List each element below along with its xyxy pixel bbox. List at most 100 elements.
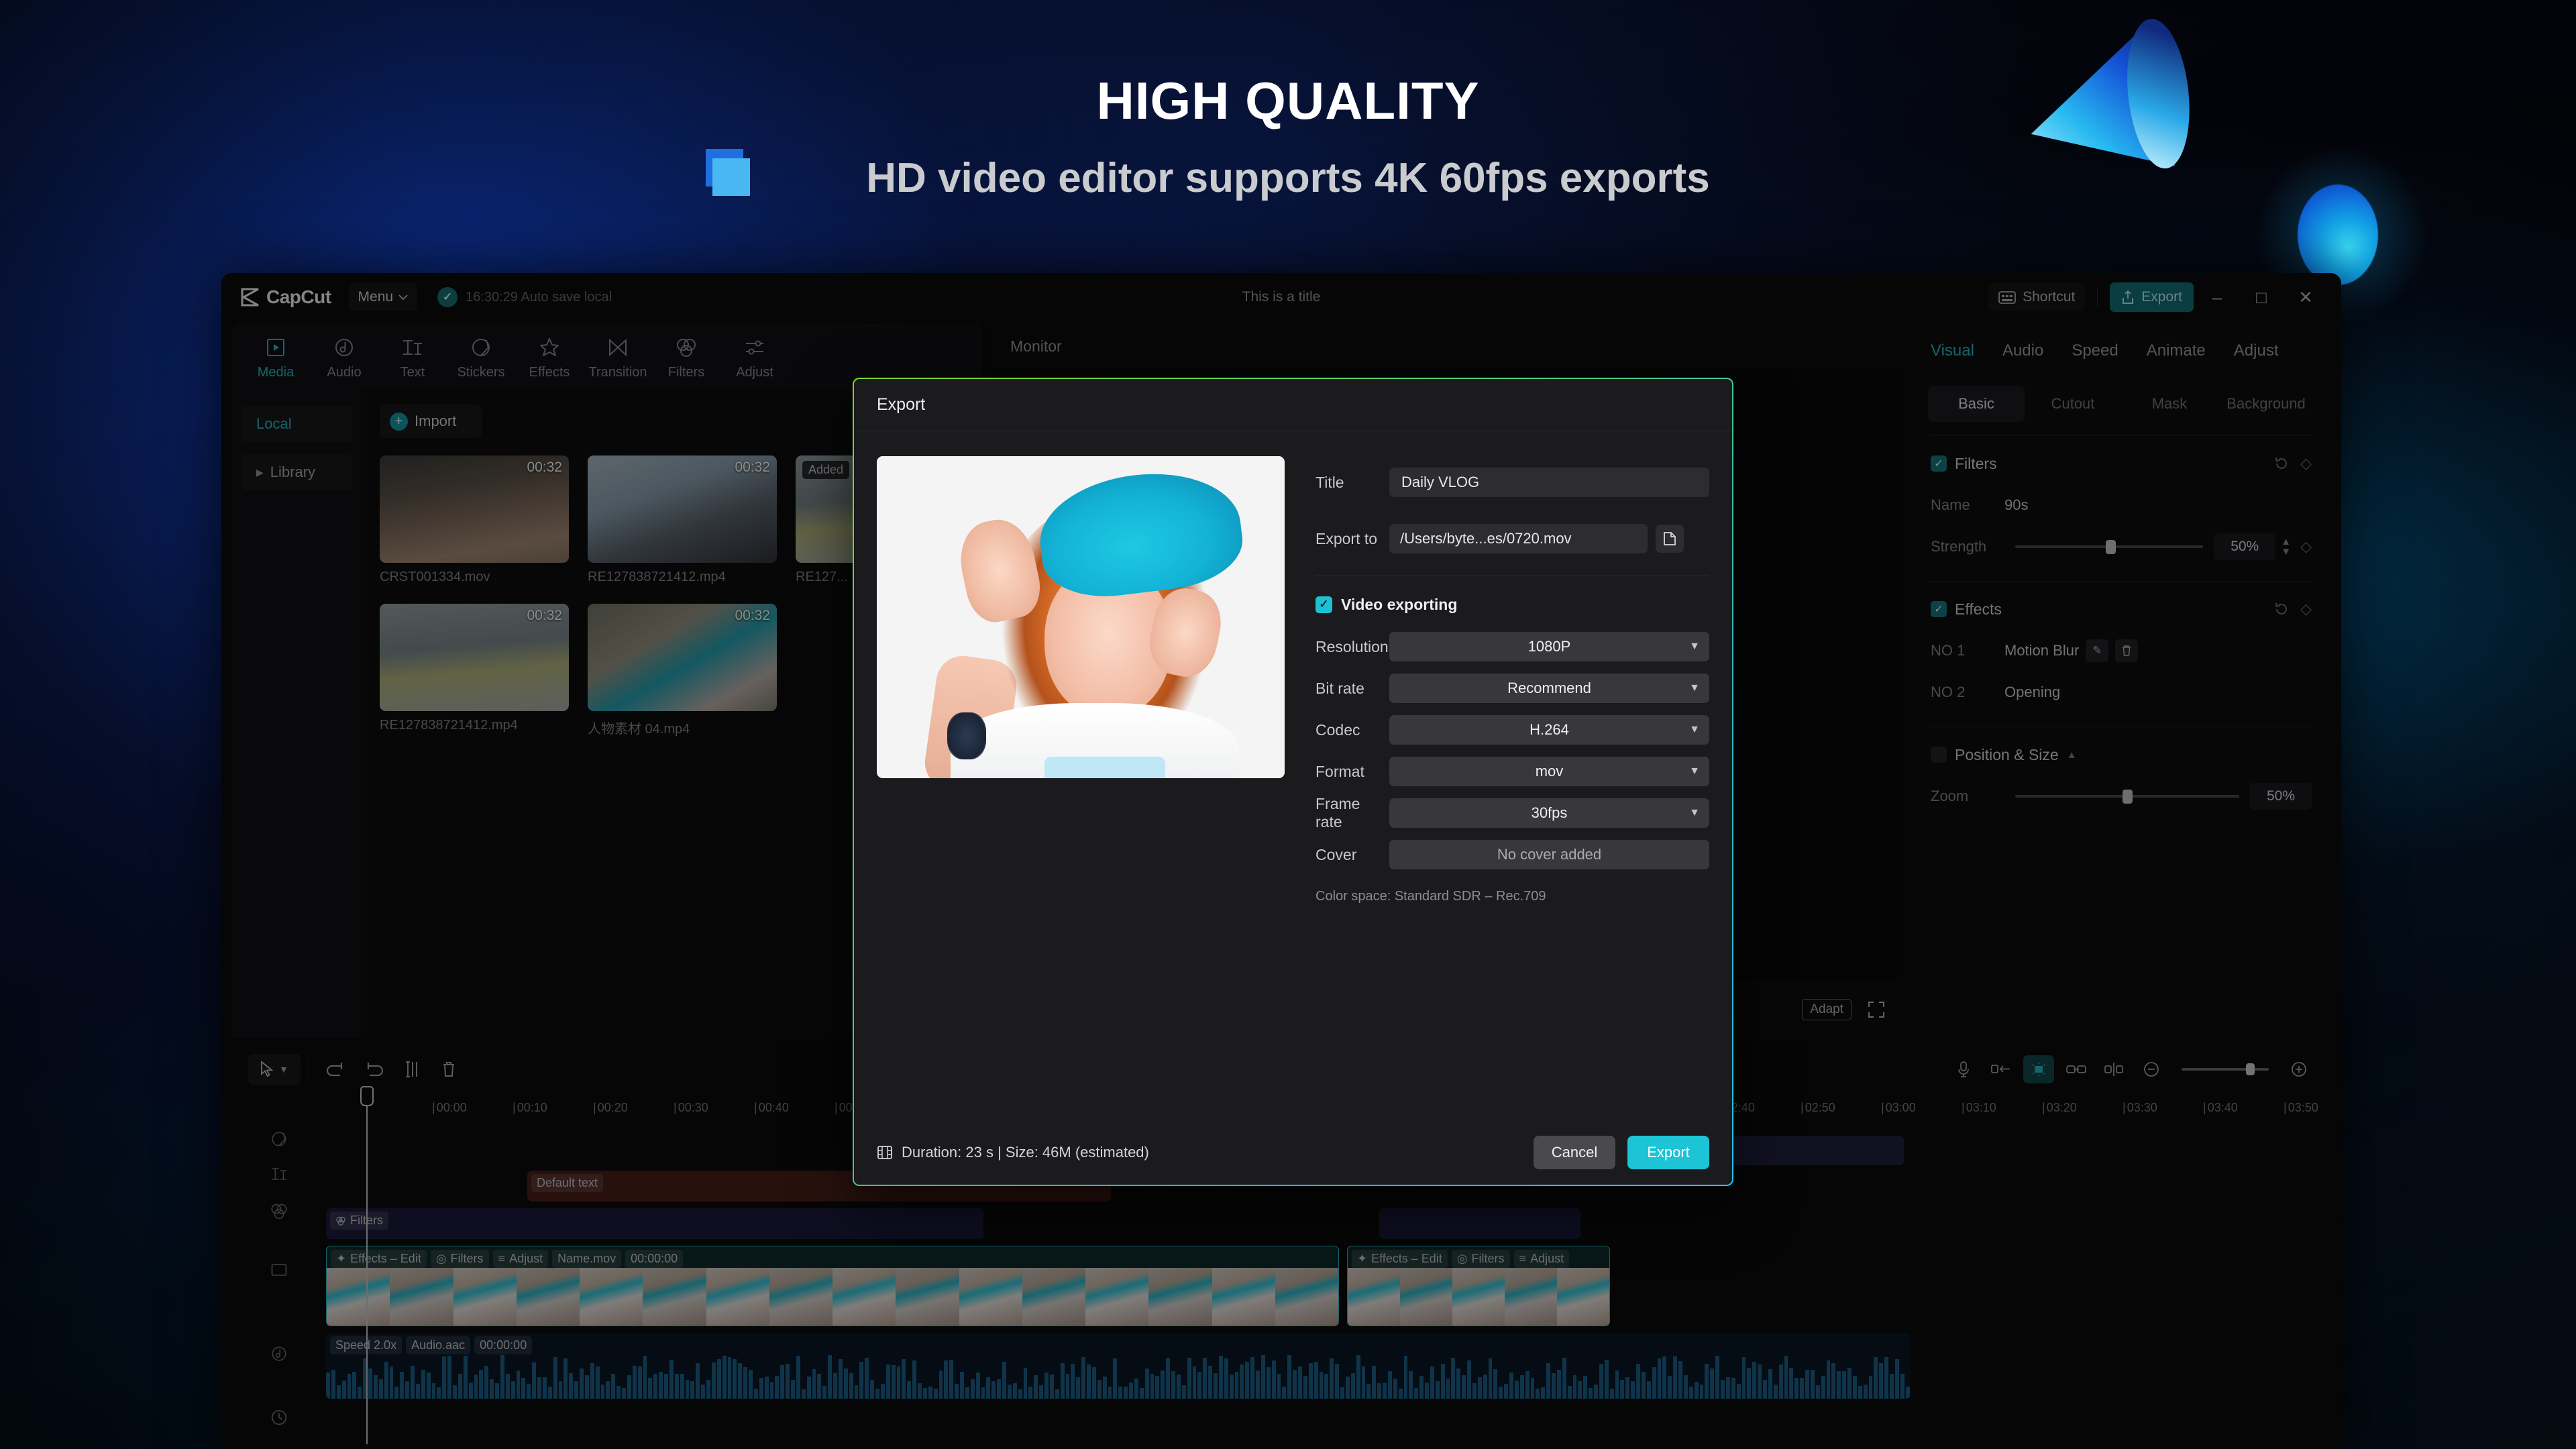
bitrate-select[interactable]: Recommend ▼ bbox=[1389, 674, 1709, 703]
record-voiceover-button[interactable] bbox=[1948, 1055, 1979, 1083]
zoom-value[interactable]: 50% bbox=[2250, 783, 2312, 810]
slider-knob[interactable] bbox=[2105, 540, 2116, 554]
zoom-out-button[interactable] bbox=[2136, 1055, 2167, 1083]
fullscreen-icon[interactable] bbox=[1868, 1001, 1885, 1018]
delete-trash-icon[interactable] bbox=[2115, 639, 2139, 662]
tab-transition[interactable]: Transition bbox=[584, 333, 652, 380]
redo-button[interactable] bbox=[355, 1054, 392, 1085]
tab-adjust[interactable]: Adjust bbox=[720, 333, 789, 380]
folder-browse-icon[interactable] bbox=[1656, 525, 1684, 553]
tab-animate[interactable]: Animate bbox=[2147, 341, 2206, 360]
media-thumbnail[interactable]: 00:32 bbox=[380, 455, 569, 563]
video-exporting-checkbox[interactable]: ✓ bbox=[1316, 596, 1332, 613]
stepper-icon[interactable]: ▲ ▼ bbox=[2281, 537, 2291, 557]
zoom-slider[interactable] bbox=[2015, 790, 2239, 804]
tab-filters[interactable]: Filters bbox=[652, 333, 720, 380]
split-track-button[interactable] bbox=[2098, 1055, 2129, 1083]
media-filename: 人物素材 04.mp4 bbox=[588, 722, 690, 737]
position-size-checkbox[interactable] bbox=[1931, 747, 1947, 763]
select-tool-button[interactable]: ▼ bbox=[248, 1054, 301, 1085]
chevron-up-icon[interactable]: ▲ bbox=[2067, 749, 2077, 761]
import-button[interactable]: + Import bbox=[380, 405, 482, 438]
media-item[interactable]: 00:32 人物素材 04.mp4 bbox=[588, 604, 777, 737]
window-maximize-button[interactable]: □ bbox=[2241, 276, 2282, 318]
cancel-button[interactable]: Cancel bbox=[1534, 1136, 1615, 1169]
split-button[interactable] bbox=[392, 1054, 430, 1085]
framerate-select[interactable]: 30fps ▼ bbox=[1389, 798, 1709, 828]
tab-effects[interactable]: Effects bbox=[515, 333, 584, 380]
effect-name: Motion Blur bbox=[2004, 642, 2080, 659]
segment-background[interactable]: Background bbox=[2218, 386, 2314, 422]
chevron-down-icon[interactable]: ▼ bbox=[279, 1064, 288, 1075]
filter-strength-slider[interactable] bbox=[2015, 540, 2204, 554]
resolution-select[interactable]: 1080P ▼ bbox=[1389, 632, 1709, 661]
link-button[interactable] bbox=[2061, 1055, 2092, 1083]
sidebar-item-library[interactable]: ▶ Library bbox=[241, 454, 352, 490]
media-item[interactable]: 00:32 RE127838721412.mp4 bbox=[588, 455, 777, 585]
tab-stickers[interactable]: Stickers bbox=[447, 333, 515, 380]
auto-captions-button[interactable] bbox=[1986, 1055, 2017, 1083]
cover-select[interactable]: No cover added bbox=[1389, 840, 1709, 869]
adapt-button[interactable]: Adapt bbox=[1802, 999, 1851, 1020]
window-minimize-button[interactable]: – bbox=[2196, 276, 2238, 318]
stickers-track-icon bbox=[232, 1122, 326, 1156]
tab-visual[interactable]: Visual bbox=[1931, 341, 1974, 360]
zoom-in-button[interactable] bbox=[2284, 1055, 2314, 1083]
sidebar-item-local[interactable]: Local bbox=[241, 406, 352, 442]
audio-clip[interactable]: Speed 2.0x Audio.aac 00:00:00 bbox=[326, 1333, 1911, 1399]
edit-pencil-icon[interactable]: ✎ bbox=[2086, 639, 2109, 662]
tab-adjust-inspector[interactable]: Adjust bbox=[2234, 341, 2279, 360]
filters-clip-2[interactable] bbox=[1379, 1208, 1580, 1239]
export-path-input[interactable]: /Users/byte...es/0720.mov bbox=[1389, 524, 1648, 553]
filters-header-actions: ◇ bbox=[2273, 455, 2312, 472]
video-clip-main[interactable]: ✦ Effects – Edit ◎ Filters ≡ Adjust Name… bbox=[326, 1246, 1339, 1326]
media-thumbnail[interactable]: 00:32 bbox=[588, 604, 777, 711]
media-thumbnail[interactable]: 00:32 bbox=[588, 455, 777, 563]
format-select[interactable]: mov ▼ bbox=[1389, 757, 1709, 786]
segment-mask[interactable]: Mask bbox=[2121, 386, 2218, 422]
keyboard-icon bbox=[1998, 290, 2016, 304]
export-confirm-button[interactable]: Export bbox=[1627, 1136, 1709, 1169]
tab-media[interactable]: Media bbox=[241, 333, 310, 380]
undo-button[interactable] bbox=[317, 1054, 355, 1085]
slider-knob[interactable] bbox=[2246, 1063, 2255, 1075]
filters-checkbox[interactable]: ✓ bbox=[1931, 455, 1947, 472]
reset-icon[interactable] bbox=[2273, 455, 2290, 472]
media-item[interactable]: 00:32 RE127838721412.mp4 bbox=[380, 604, 569, 737]
position-size-section-header: Position & Size ▲ bbox=[1912, 734, 2330, 775]
mix-button[interactable] bbox=[2023, 1055, 2054, 1083]
media-item[interactable]: 00:32 CRST001334.mov bbox=[380, 455, 569, 585]
codec-select[interactable]: H.264 ▼ bbox=[1389, 715, 1709, 745]
filter-strength-value[interactable]: 50% bbox=[2214, 533, 2276, 560]
timeline-zoom-slider[interactable] bbox=[2182, 1063, 2269, 1075]
track-filters: Filters bbox=[326, 1208, 2330, 1239]
media-duration: 00:32 bbox=[527, 608, 562, 623]
playhead-handle[interactable] bbox=[360, 1086, 374, 1106]
effects-checkbox[interactable]: ✓ bbox=[1931, 601, 1947, 617]
filters-clip[interactable]: Filters bbox=[326, 1208, 983, 1239]
title-input[interactable]: Daily VLOG bbox=[1389, 468, 1709, 497]
keyframe-icon[interactable]: ◇ bbox=[2300, 538, 2312, 555]
video-clip-second[interactable]: ✦ Effects – Edit ◎ Filters ≡ Adjust bbox=[1347, 1246, 1610, 1326]
tab-text[interactable]: Text bbox=[378, 333, 447, 380]
media-thumbnail[interactable]: 00:32 bbox=[380, 604, 569, 711]
video-exporting-toggle[interactable]: ✓ Video exporting bbox=[1316, 583, 1709, 626]
segment-cutout[interactable]: Cutout bbox=[2025, 386, 2121, 422]
tab-audio[interactable]: Audio bbox=[310, 333, 378, 380]
tab-speed[interactable]: Speed bbox=[2072, 341, 2118, 360]
audio-track-icon bbox=[232, 1310, 326, 1397]
shortcut-button[interactable]: Shortcut bbox=[1988, 283, 2086, 311]
menu-button[interactable]: Menu bbox=[348, 283, 418, 311]
reset-icon[interactable] bbox=[2273, 601, 2290, 617]
timeline-playhead[interactable] bbox=[360, 1086, 374, 1444]
tab-audio-inspector[interactable]: Audio bbox=[2002, 341, 2043, 360]
delete-button[interactable] bbox=[430, 1054, 468, 1085]
slider-knob[interactable] bbox=[2123, 790, 2133, 804]
window-close-button[interactable]: ✕ bbox=[2285, 276, 2326, 318]
cover-row: Cover No cover added bbox=[1316, 834, 1709, 875]
keyframe-icon[interactable]: ◇ bbox=[2300, 455, 2312, 472]
resolution-value: 1080P bbox=[1527, 638, 1571, 655]
export-button-titlebar[interactable]: Export bbox=[2110, 282, 2194, 312]
segment-basic[interactable]: Basic bbox=[1928, 386, 2025, 422]
keyframe-icon[interactable]: ◇ bbox=[2300, 600, 2312, 618]
